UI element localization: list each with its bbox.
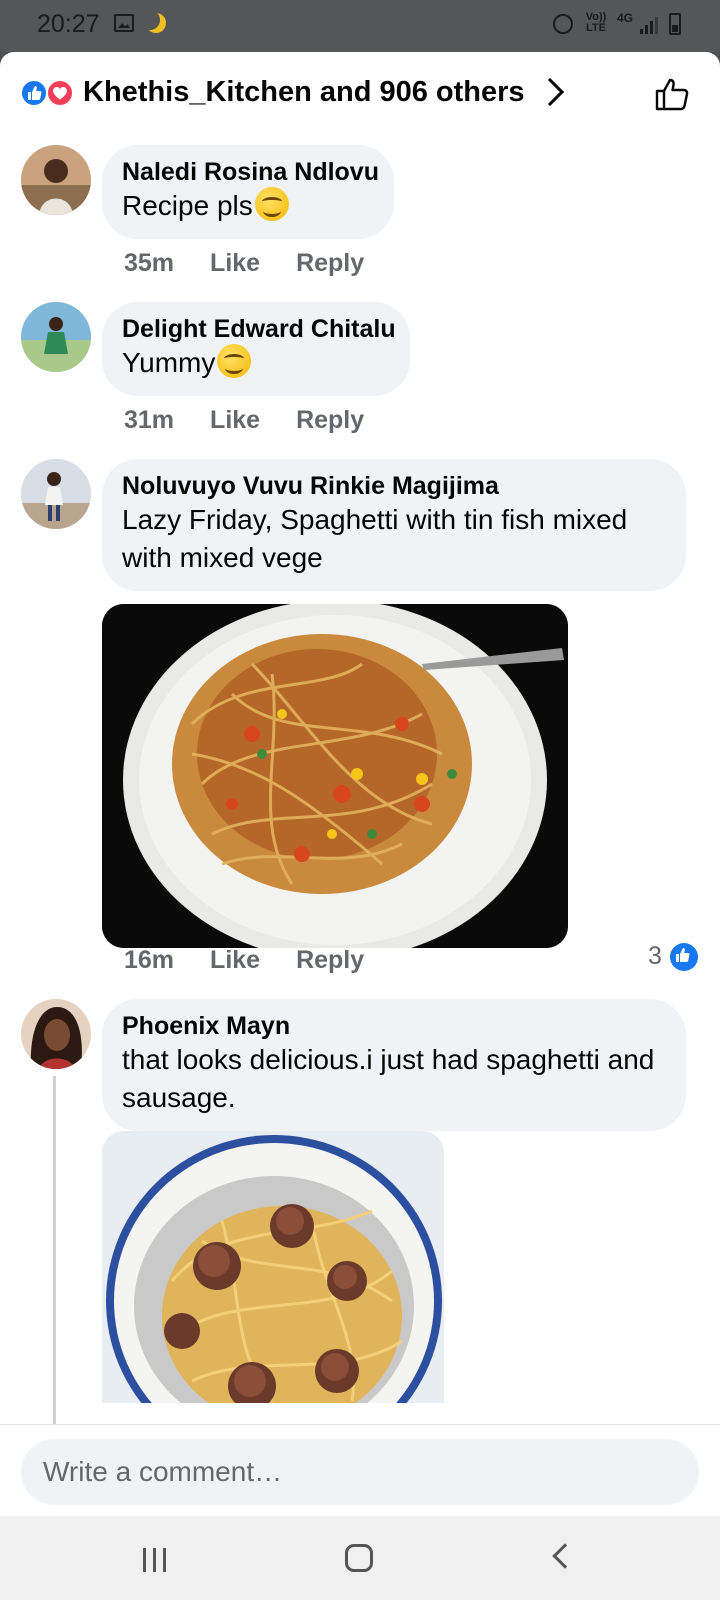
reactions-header[interactable]: Khethis_Kitchen and 906 others: [0, 52, 720, 136]
status-time: 20:27: [37, 10, 100, 38]
comment-bubble[interactable]: Delight Edward Chitalu Yummy: [102, 302, 410, 396]
thumbs-up-outline-icon[interactable]: [654, 76, 690, 112]
avatar[interactable]: [21, 999, 91, 1069]
network-type: 4G: [617, 11, 634, 25]
reply-button[interactable]: Reply: [296, 946, 364, 975]
system-nav-bar: [0, 1516, 720, 1600]
battery-icon: [669, 13, 681, 35]
comment-photo[interactable]: [102, 1131, 444, 1403]
like-button[interactable]: Like: [210, 406, 260, 435]
comment-photo[interactable]: [102, 604, 568, 948]
comment-time[interactable]: 31m: [124, 406, 174, 435]
comment-time[interactable]: 35m: [124, 249, 174, 278]
reaction-count-value: 3: [648, 942, 662, 970]
comment-bubble[interactable]: Noluvuyo Vuvu Rinkie Magijima Lazy Frida…: [102, 459, 686, 591]
comment-actions: 35m Like Reply: [124, 249, 364, 278]
reply-button[interactable]: Reply: [296, 249, 364, 278]
moon-icon: [146, 13, 166, 33]
like-button[interactable]: Like: [210, 249, 260, 278]
comment-text: Recipe pls: [122, 190, 253, 221]
alarm-icon: [553, 14, 573, 34]
comment-input[interactable]: [21, 1439, 699, 1505]
back-icon[interactable]: [552, 1543, 578, 1569]
comment-text: Lazy Friday, Spaghetti with tin fish mix…: [122, 504, 628, 573]
thread-line: [53, 1076, 56, 1424]
reactions-summary[interactable]: Khethis_Kitchen and 906 others: [83, 76, 525, 109]
comment-actions: 16m Like Reply: [124, 946, 364, 975]
gallery-icon: [114, 14, 134, 32]
like-reaction-icon: [20, 79, 48, 107]
reply-button[interactable]: Reply: [296, 406, 364, 435]
comment-author[interactable]: Delight Edward Chitalu: [122, 314, 396, 344]
avatar[interactable]: [21, 459, 91, 529]
comment-bubble[interactable]: Phoenix Mayn that looks delicious.i just…: [102, 999, 686, 1131]
comment-author[interactable]: Phoenix Mayn: [122, 1011, 666, 1041]
love-reaction-icon: [46, 79, 74, 107]
comment-actions: 31m Like Reply: [124, 406, 364, 435]
comment-time[interactable]: 16m: [124, 946, 174, 975]
recent-apps-icon[interactable]: [143, 1548, 171, 1572]
comment-author[interactable]: Naledi Rosina Ndlovu: [122, 157, 379, 187]
volte-indicator: Vo)) LTE: [585, 11, 607, 34]
smiling-face-emoji-icon: [254, 187, 289, 221]
signal-icon: [640, 14, 662, 34]
comment-composer: [0, 1424, 720, 1516]
home-icon[interactable]: [345, 1544, 373, 1572]
comment-text: that looks delicious.i just had spaghett…: [122, 1044, 655, 1113]
comment-text: Yummy: [122, 347, 216, 378]
like-button[interactable]: Like: [210, 946, 260, 975]
comment-reaction-count[interactable]: 3: [648, 942, 698, 971]
avatar[interactable]: [21, 145, 91, 215]
chevron-right-icon[interactable]: [535, 77, 565, 107]
comment-bubble[interactable]: Naledi Rosina Ndlovu Recipe pls: [102, 145, 394, 239]
like-reaction-icon: [669, 942, 698, 971]
status-bar: 20:27 Vo)) LTE 4G: [0, 0, 720, 52]
comment-author[interactable]: Noluvuyo Vuvu Rinkie Magijima: [122, 471, 666, 501]
smiling-face-emoji-icon: [217, 344, 252, 378]
avatar[interactable]: [21, 302, 91, 372]
comments-sheet: Khethis_Kitchen and 906 others Naledi Ro…: [0, 52, 720, 1424]
